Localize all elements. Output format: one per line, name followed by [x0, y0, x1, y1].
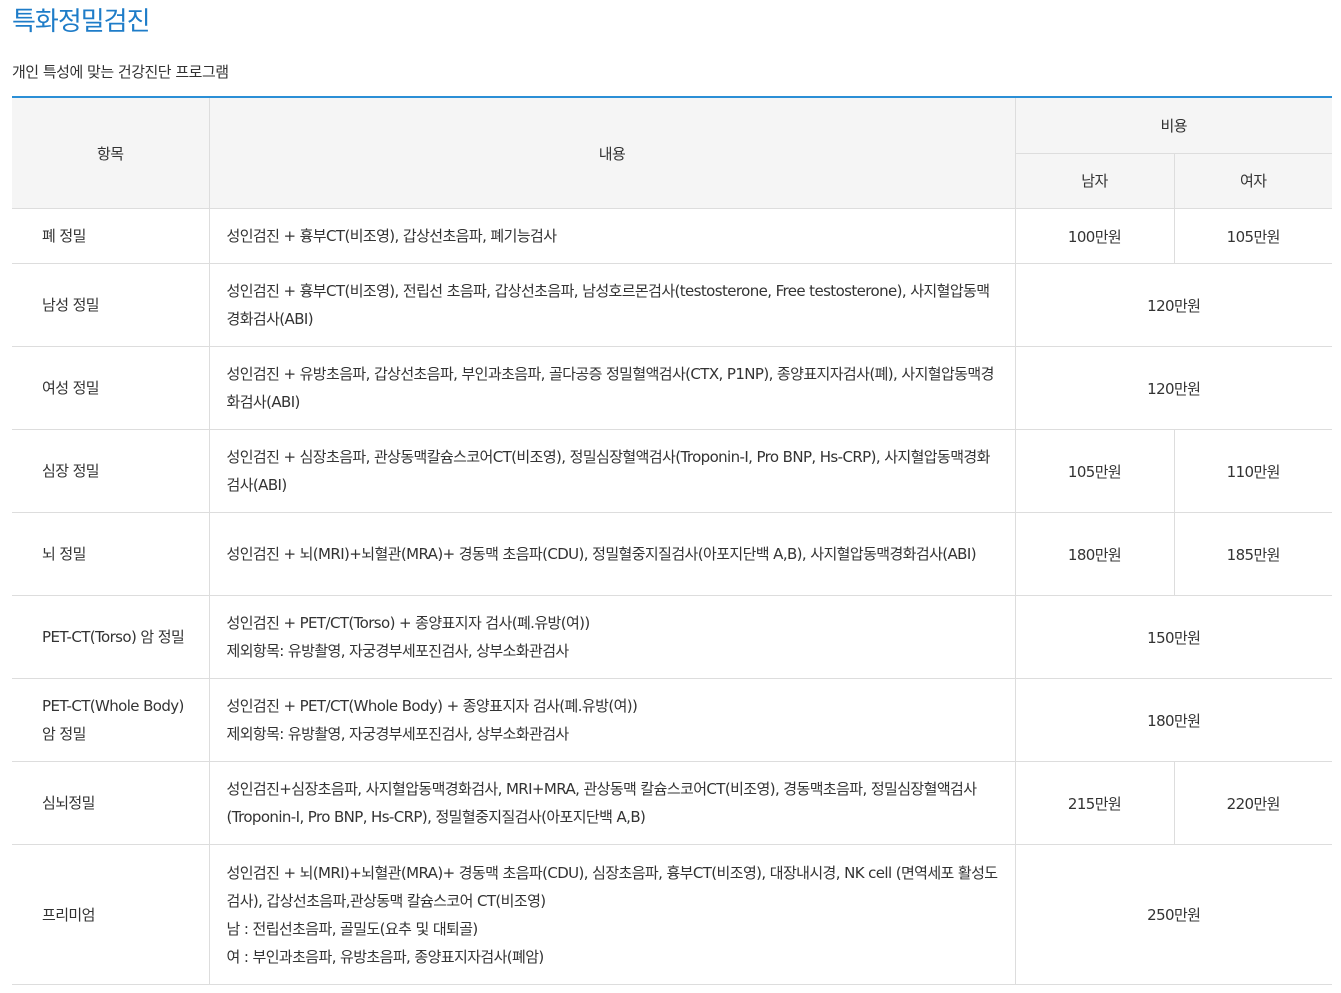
item-name-line: 심뇌정밀: [42, 794, 95, 812]
row-item-name: 폐 정밀: [12, 208, 210, 264]
item-name-line: PET-CT(Torso) 암 정밀: [42, 628, 185, 646]
row-item-name: 프리미엄: [12, 844, 210, 985]
row-item-name: 심뇌정밀: [12, 761, 210, 845]
content-line: 성인검진 + PET/CT(Whole Body) + 종양표지자 검사(폐.유…: [226, 697, 638, 715]
content-line: 성인검진 + 흉부CT(비조영), 갑상선초음파, 폐기능검사: [226, 227, 558, 245]
item-name-line: 암 정밀: [42, 725, 86, 743]
table-row: 폐 정밀 성인검진 + 흉부CT(비조영), 갑상선초음파, 폐기능검사 100만원…: [12, 208, 1332, 264]
price-male: 215만원: [1014, 761, 1175, 845]
content-line: 제외항목: 유방촬영, 자궁경부세포진검사, 상부소화관검사: [226, 725, 570, 743]
item-name-line: 여성 정밀: [42, 379, 100, 397]
item-name-line: 뇌 정밀: [42, 545, 86, 563]
row-item-name: 남성 정밀: [12, 263, 210, 347]
price-shared: 150만원: [1014, 595, 1332, 679]
content-line: 성인검진 + 유방초음파, 갑상선초음파, 부인과초음파, 골다공증 정밀혈액검…: [226, 365, 995, 411]
content-line: 남 : 전립선초음파, 골밀도(요추 및 대퇴골): [226, 919, 479, 938]
row-item-name: 심장 정밀: [12, 429, 210, 513]
content-line: 성인검진 + 심장초음파, 관상동맥칼슘스코어CT(비조영), 정밀심장혈액검사…: [226, 448, 991, 494]
row-content: 성인검진 + 흉부CT(비조영), 전립선 초음파, 갑상선초음파, 남성호르몬…: [208, 263, 1016, 347]
row-content: 성인검진 + PET/CT(Whole Body) + 종양표지자 검사(폐.유…: [208, 678, 1016, 762]
item-name-line: 심장 정밀: [42, 462, 100, 480]
price-male: 180만원: [1014, 512, 1175, 596]
row-content: 성인검진 + 뇌(MRI)+뇌혈관(MRA)+ 경동맥 초음파(CDU), 심장…: [208, 844, 1016, 985]
column-header-cost: 비용: [1014, 96, 1332, 154]
content-line: 성인검진 + 뇌(MRI)+뇌혈관(MRA)+ 경동맥 초음파(CDU), 정밀…: [226, 545, 977, 563]
price-male: 105만원: [1014, 429, 1175, 513]
table-body: 폐 정밀 성인검진 + 흉부CT(비조영), 갑상선초음파, 폐기능검사 100만원…: [12, 208, 1332, 985]
row-content: 성인검진+심장초음파, 사지혈압동맥경화검사, MRI+MRA, 관상동맥 칼슘…: [208, 761, 1016, 845]
content-line: 성인검진+심장초음파, 사지혈압동맥경화검사, MRI+MRA, 관상동맥 칼슘…: [226, 780, 978, 826]
price-male: 100만원: [1014, 208, 1175, 264]
row-content: 성인검진 + 유방초음파, 갑상선초음파, 부인과초음파, 골다공증 정밀혈액검…: [208, 346, 1016, 430]
table-row: PET-CT(Whole Body) 암 정밀 성인검진 + PET/CT(Whol…: [12, 678, 1332, 762]
price-female: 105만원: [1173, 208, 1332, 264]
content-line: 성인검진 + PET/CT(Torso) + 종양표지자 검사(폐.유방(여)): [226, 614, 591, 632]
table-row: 여성 정밀 성인검진 + 유방초음파, 갑상선초음파, 부인과초음파, 골다공증 …: [12, 346, 1332, 430]
column-header-content: 내용: [208, 96, 1016, 209]
item-name-line: PET-CT(Whole Body): [42, 697, 184, 715]
price-female: 185만원: [1173, 512, 1332, 596]
page-subtitle: 개인 특성에 맞는 건강진단 프로그램: [12, 63, 229, 81]
price-female: 220만원: [1173, 761, 1332, 845]
content-line: 성인검진 + 뇌(MRI)+뇌혈관(MRA)+ 경동맥 초음파(CDU), 심장…: [226, 863, 999, 910]
item-name-line: 폐 정밀: [42, 227, 86, 245]
column-header-male: 남자: [1015, 152, 1175, 209]
column-header-female: 여자: [1173, 152, 1332, 209]
row-content: 성인검진 + 뇌(MRI)+뇌혈관(MRA)+ 경동맥 초음파(CDU), 정밀…: [208, 512, 1016, 596]
table-row: 심장 정밀 성인검진 + 심장초음파, 관상동맥칼슘스코어CT(비조영), 정밀심…: [12, 429, 1332, 513]
page-container: 특화정밀검진 개인 특성에 맞는 건강진단 프로그램 항목 내용 비용 남자 여…: [12, 0, 1332, 985]
item-name-line: 프리미엄: [42, 905, 95, 924]
price-shared: 180만원: [1014, 678, 1332, 762]
checkup-price-table: 항목 내용 비용 남자 여자 폐 정밀 성인검진 + 흉부CT(비조영), 갑상선…: [12, 96, 1332, 985]
table-row: 프리미엄 성인검진 + 뇌(MRI)+뇌혈관(MRA)+ 경동맥 초음파(CDU)…: [12, 844, 1332, 985]
price-shared: 120만원: [1014, 263, 1332, 347]
row-item-name: PET-CT(Torso) 암 정밀: [12, 595, 210, 679]
row-content: 성인검진 + PET/CT(Torso) + 종양표지자 검사(폐.유방(여))…: [208, 595, 1016, 679]
content-line: 제외항목: 유방촬영, 자궁경부세포진검사, 상부소화관검사: [226, 642, 570, 660]
column-header-item: 항목: [12, 96, 210, 209]
table-header: 항목 내용 비용 남자 여자: [12, 96, 1332, 209]
item-name-line: 남성 정밀: [42, 296, 100, 314]
row-content: 성인검진 + 흉부CT(비조영), 갑상선초음파, 폐기능검사: [208, 208, 1016, 264]
table-row: 심뇌정밀 성인검진+심장초음파, 사지혈압동맥경화검사, MRI+MRA, 관상동…: [12, 761, 1332, 845]
content-line: 성인검진 + 흉부CT(비조영), 전립선 초음파, 갑상선초음파, 남성호르몬…: [226, 282, 991, 328]
page-title: 특화정밀검진: [12, 7, 151, 37]
row-item-name: 여성 정밀: [12, 346, 210, 430]
price-female: 110만원: [1173, 429, 1332, 513]
row-item-name: 뇌 정밀: [12, 512, 210, 596]
row-content: 성인검진 + 심장초음파, 관상동맥칼슘스코어CT(비조영), 정밀심장혈액검사…: [208, 429, 1016, 513]
table-row: PET-CT(Torso) 암 정밀 성인검진 + PET/CT(Torso) +…: [12, 595, 1332, 679]
table-row: 뇌 정밀 성인검진 + 뇌(MRI)+뇌혈관(MRA)+ 경동맥 초음파(CDU)…: [12, 512, 1332, 596]
row-item-name: PET-CT(Whole Body) 암 정밀: [12, 678, 210, 762]
price-shared: 250만원: [1014, 844, 1332, 985]
table-row: 남성 정밀 성인검진 + 흉부CT(비조영), 전립선 초음파, 갑상선초음파, …: [12, 263, 1332, 347]
content-line: 여 : 부인과초음파, 유방초음파, 종양표지자검사(폐암): [226, 947, 545, 966]
price-shared: 120만원: [1014, 346, 1332, 430]
